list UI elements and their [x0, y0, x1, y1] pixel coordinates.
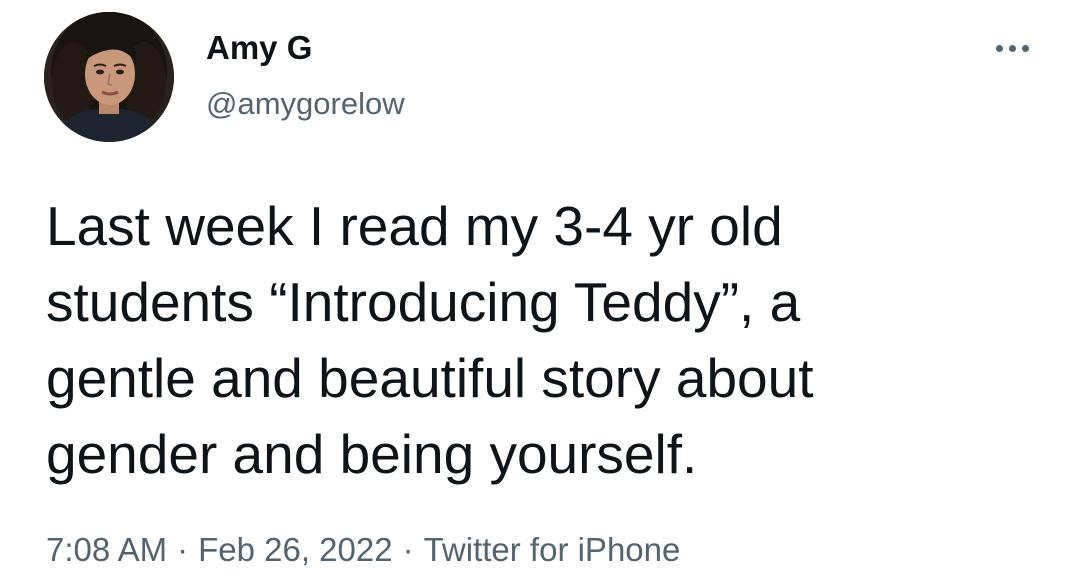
- tweet-source[interactable]: Twitter for iPhone: [424, 531, 681, 568]
- tweet-text-line: students “Introducing Teddy”, a: [46, 271, 801, 333]
- tweet-text-line: gentle and beautiful story about: [46, 347, 814, 409]
- author-handle[interactable]: @amygorelow: [206, 86, 405, 122]
- author-display-name[interactable]: Amy G: [206, 30, 312, 66]
- more-horizontal-icon-dot: [1021, 44, 1029, 52]
- tweet-text-line: Last week I read my 3-4 yr old: [46, 195, 783, 257]
- tweet-text-line: gender and being yourself.: [46, 423, 698, 485]
- tweet-card: Amy G @amygorelow Last week I read my 3-…: [0, 0, 1080, 581]
- tweet-text: Last week I read my 3-4 yr old students …: [46, 188, 1036, 492]
- more-horizontal-icon-dot: [1008, 44, 1016, 52]
- avatar-photo: [44, 12, 174, 142]
- separator: ·: [402, 531, 414, 568]
- avatar[interactable]: [44, 12, 174, 142]
- more-horizontal-icon: [995, 44, 1003, 52]
- tweet-time[interactable]: 7:08 AM: [46, 531, 167, 568]
- more-options-button[interactable]: [984, 30, 1040, 66]
- separator: ·: [177, 531, 189, 568]
- tweet-date[interactable]: Feb 26, 2022: [198, 531, 393, 568]
- tweet-metadata: 7:08 AM · Feb 26, 2022 · Twitter for iPhone: [46, 530, 680, 570]
